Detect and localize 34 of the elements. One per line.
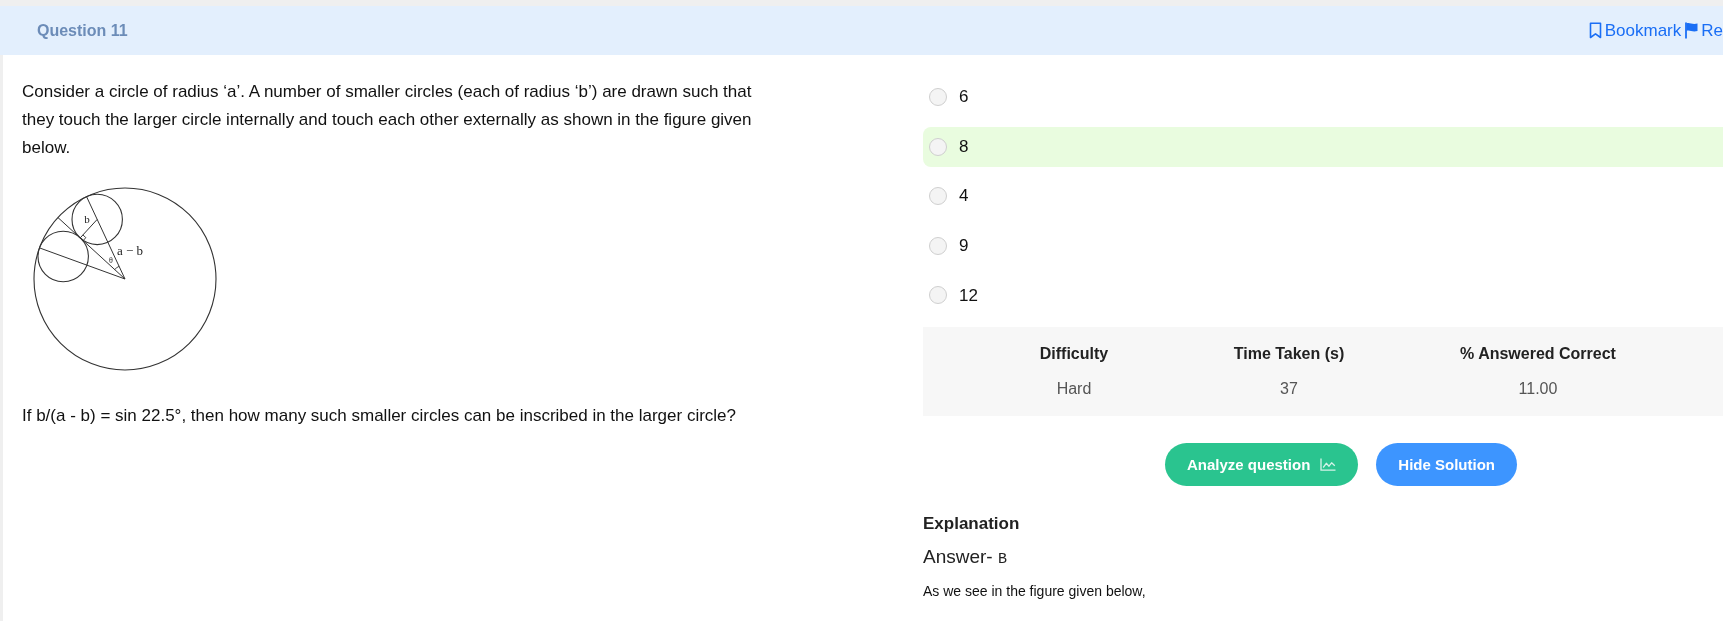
stat-value: 11.00 — [1518, 379, 1558, 400]
radio-button[interactable] — [929, 137, 947, 156]
radio-button[interactable] — [929, 286, 947, 305]
stat-value: 37 — [1280, 379, 1298, 400]
distance-label: a − b — [117, 243, 144, 258]
small-circle — [71, 193, 123, 246]
stat-value: Hard — [1056, 379, 1092, 400]
answer-option[interactable]: 4 — [923, 176, 983, 217]
stat-header: Difficulty — [1039, 344, 1109, 365]
stat-header: % Answered Correct — [1460, 344, 1616, 365]
line-chart-icon — [1320, 458, 1337, 472]
answer-option[interactable]: 8 — [923, 126, 1723, 167]
stat-header: Time Taken (s) — [1233, 344, 1345, 365]
answer-option[interactable]: 12 — [923, 275, 983, 316]
question-prompt: If b/(a - b) = sin 22.5°, then how many such smaller circles can be inscribed in the larger circle? — [22, 405, 738, 427]
answer-option[interactable]: 9 — [923, 225, 983, 266]
radius-label: b — [84, 213, 90, 225]
answer-text: Answer- B — [923, 545, 1007, 571]
bookmark-icon — [1588, 22, 1602, 39]
question-text: Consider a circle of radius ‘a’. A number of smaller circles (each of radius ‘b’) are drawn such that they touch the larger circle internally and touch each other externally as shown in the figure given below. — [22, 81, 753, 159]
answer-option[interactable]: 6 — [923, 77, 983, 117]
explanation-text: As we see in the figure given below, — [923, 582, 1146, 602]
small-circle — [37, 230, 89, 283]
explanation-heading: Explanation — [923, 513, 1020, 536]
radio-button[interactable] — [929, 187, 947, 206]
flag-icon — [1685, 22, 1699, 39]
angle-arc — [114, 265, 120, 270]
bookmark-link[interactable]: Bookmark — [1588, 17, 1682, 44]
radio-button[interactable] — [929, 236, 947, 255]
right-angle-mark — [82, 234, 87, 242]
angle-label: θ — [109, 256, 113, 265]
flag-link[interactable]: Re — [1685, 17, 1723, 44]
question-title: Question 11 — [37, 20, 128, 41]
radio-button[interactable] — [929, 88, 947, 106]
